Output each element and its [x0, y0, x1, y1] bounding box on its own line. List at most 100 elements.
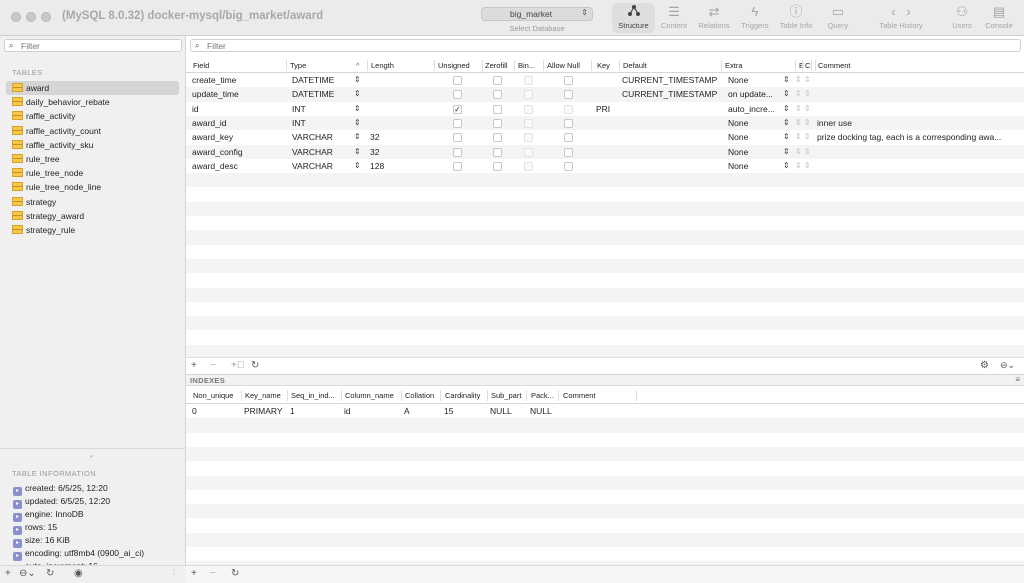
collation-stepper-icon[interactable]: ⇕ [804, 104, 811, 113]
column-divider[interactable] [287, 390, 288, 401]
table-row[interactable]: id INT ⇕ ✓ PRI auto_incre... ⇕ ⇕ ⇕ [186, 102, 1024, 116]
encoding-stepper-icon[interactable]: ⇕ [795, 104, 802, 113]
unsigned-checkbox[interactable] [453, 76, 462, 85]
table-row[interactable]: update_time DATETIME ⇕ CURRENT_TIMESTAMP on … [186, 87, 1024, 102]
index-row[interactable]: 0 PRIMARY 1 id A 15 NULL NULL [186, 404, 1024, 418]
unsigned-checkbox[interactable]: ✓ [453, 104, 462, 114]
database-select[interactable]: big_market ⇕ [481, 7, 593, 21]
column-divider[interactable] [401, 390, 402, 401]
add-field-button[interactable]: + [191, 360, 197, 371]
column-header[interactable]: Length [371, 61, 394, 70]
more-options-icon[interactable]: ⊖⌄ [19, 568, 36, 579]
column-divider[interactable] [286, 60, 287, 71]
column-divider[interactable] [487, 390, 488, 401]
zerofill-checkbox[interactable] [493, 76, 502, 85]
encoding-stepper-icon[interactable]: ⇕ [795, 147, 802, 156]
sidebar-item-raffle-activity-sku[interactable]: raffle_activity_sku [6, 138, 179, 152]
menu-icon[interactable]: ≡ [1015, 375, 1020, 384]
gear-icon[interactable]: ⚙ [980, 360, 989, 371]
default-cell[interactable]: CURRENT_TIMESTAMP [622, 75, 720, 85]
index-cell[interactable]: NULL [530, 406, 552, 416]
zoom-window-button[interactable] [41, 12, 51, 22]
extra-cell[interactable]: auto_incre... [728, 104, 780, 114]
zerofill-checkbox[interactable] [493, 147, 502, 157]
index-column-header[interactable]: Seq_in_ind... [291, 391, 335, 400]
index-column-header[interactable]: Pack... [531, 391, 554, 400]
collation-stepper-icon[interactable]: ⇕ [804, 118, 811, 127]
index-cell[interactable]: PRIMARY [244, 406, 283, 416]
type-cell[interactable]: DATETIME [292, 89, 352, 99]
minimize-window-button[interactable] [26, 12, 36, 22]
length-cell[interactable]: 32 [370, 132, 430, 142]
unsigned-checkbox[interactable] [453, 147, 462, 157]
sidebar-filter[interactable]: ⌕ [4, 39, 182, 52]
collation-stepper-icon[interactable]: ⇕ [804, 75, 811, 84]
extra-stepper-icon[interactable]: ⇕ [783, 161, 790, 170]
table-row[interactable]: award_desc VARCHAR ⇕ 128 None ⇕ ⇕ ⇕ [186, 159, 1024, 173]
table-row[interactable]: create_time DATETIME ⇕ CURRENT_TIMESTAMP Non… [186, 73, 1024, 87]
extra-stepper-icon[interactable]: ⇕ [783, 104, 790, 113]
allow-null-checkbox[interactable] [564, 133, 573, 143]
field-name-cell[interactable]: award_id [192, 118, 286, 128]
type-stepper-icon[interactable]: ⇕ [354, 118, 361, 127]
column-divider[interactable] [434, 60, 435, 71]
eye-icon[interactable]: ◉ [74, 568, 83, 579]
length-cell[interactable]: 128 [370, 161, 430, 171]
binary-checkbox[interactable] [524, 161, 533, 171]
column-header[interactable]: C [805, 61, 810, 70]
more-options-icon[interactable]: ⊖⌄ [1000, 360, 1015, 371]
sidebar-item-raffle-activity-count[interactable]: raffle_activity_count [6, 124, 179, 138]
extra-stepper-icon[interactable]: ⇕ [783, 147, 790, 156]
field-name-cell[interactable]: award_key [192, 132, 286, 142]
length-cell[interactable]: 32 [370, 147, 430, 157]
sidebar-item-raffle-activity[interactable]: raffle_activity [6, 109, 179, 123]
zerofill-checkbox[interactable] [493, 118, 502, 128]
column-divider[interactable] [619, 60, 620, 71]
table-row[interactable]: award_key VARCHAR ⇕ 32 None ⇕ ⇕ ⇕ prize docking … [186, 130, 1024, 144]
field-name-cell[interactable]: award_config [192, 147, 286, 157]
column-divider[interactable] [558, 390, 559, 401]
field-name-cell[interactable]: id [192, 104, 286, 114]
column-divider[interactable] [482, 60, 483, 71]
type-stepper-icon[interactable]: ⇕ [354, 147, 361, 156]
binary-checkbox[interactable] [524, 118, 533, 128]
column-divider[interactable] [802, 60, 803, 71]
collation-stepper-icon[interactable]: ⇕ [804, 89, 811, 98]
column-divider[interactable] [815, 60, 816, 71]
encoding-stepper-icon[interactable]: ⇕ [795, 89, 802, 98]
query-button[interactable]: ▭ Query [822, 3, 854, 33]
allow-null-checkbox[interactable] [564, 104, 573, 114]
column-divider[interactable] [591, 60, 592, 71]
fields-filter[interactable]: ⌕ [190, 39, 1021, 52]
refresh-icon[interactable]: ↻ [231, 568, 239, 579]
binary-checkbox[interactable] [524, 104, 533, 114]
field-name-cell[interactable]: update_time [192, 89, 286, 99]
type-stepper-icon[interactable]: ⇕ [354, 104, 361, 113]
column-divider[interactable] [367, 60, 368, 71]
allow-null-checkbox[interactable] [564, 90, 573, 100]
column-header[interactable]: Unsigned [438, 61, 470, 70]
remove-index-button[interactable]: − [210, 568, 216, 579]
extra-cell[interactable]: None [728, 75, 780, 85]
column-divider[interactable] [543, 60, 544, 71]
encoding-stepper-icon[interactable]: ⇕ [795, 75, 802, 84]
collation-stepper-icon[interactable]: ⇕ [804, 161, 811, 170]
sidebar-item-rule-tree-node-line[interactable]: rule_tree_node_line [6, 180, 179, 194]
comment-cell[interactable]: inner use [817, 118, 1022, 128]
structure-button[interactable]: Structure [612, 3, 655, 33]
extra-stepper-icon[interactable]: ⇕ [783, 118, 790, 127]
encoding-stepper-icon[interactable]: ⇕ [795, 161, 802, 170]
sidebar-item-strategy-award[interactable]: strategy_award [6, 209, 179, 223]
zerofill-checkbox[interactable] [493, 161, 502, 171]
column-divider[interactable] [795, 60, 796, 71]
index-column-header[interactable]: Cardinality [445, 391, 480, 400]
unsigned-checkbox[interactable] [453, 161, 462, 171]
sort-ascending-icon[interactable]: ^ [356, 61, 360, 70]
binary-checkbox[interactable] [524, 133, 533, 143]
type-cell[interactable]: DATETIME [292, 75, 352, 85]
sidebar-item-strategy[interactable]: strategy [6, 195, 179, 209]
sidebar-item-strategy-rule[interactable]: strategy_rule [6, 223, 179, 237]
unsigned-checkbox[interactable] [453, 90, 462, 100]
sidebar-item-award[interactable]: award [6, 81, 179, 96]
field-name-cell[interactable]: award_desc [192, 161, 286, 171]
